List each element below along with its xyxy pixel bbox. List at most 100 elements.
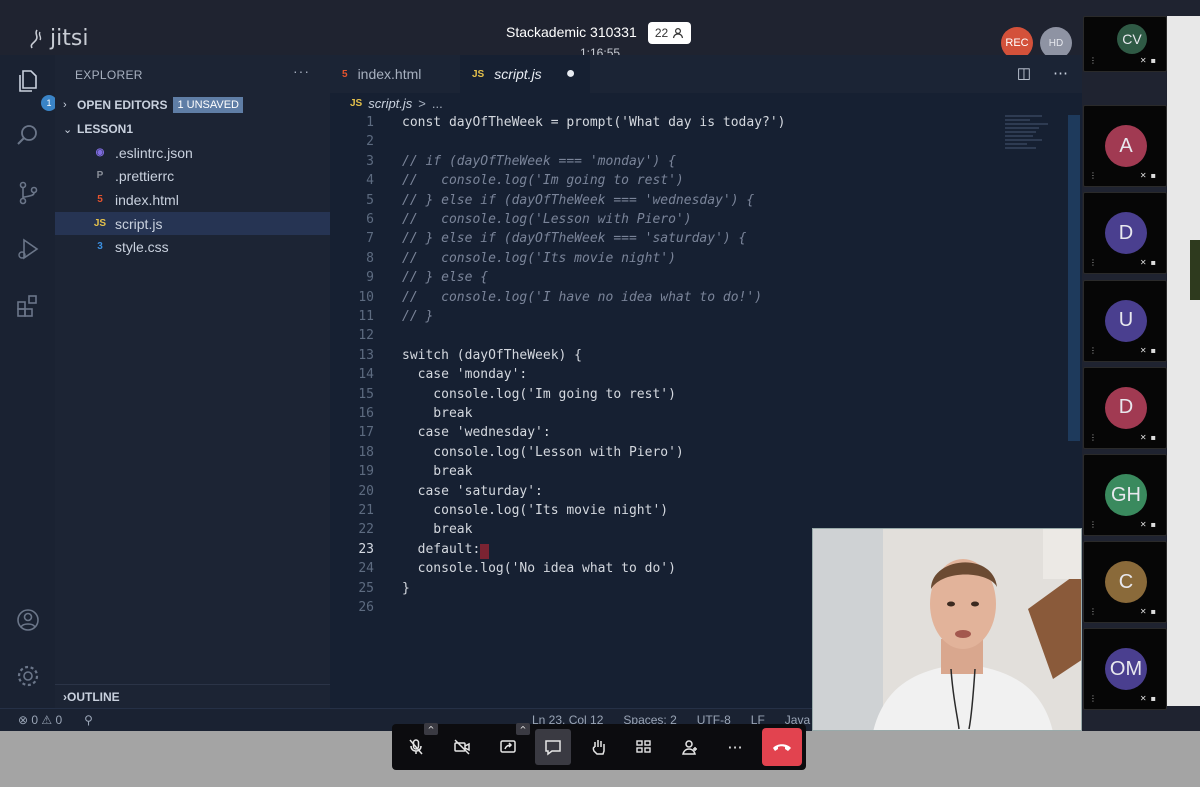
source-control-icon[interactable] — [14, 179, 42, 207]
file-name: script.js — [115, 215, 163, 232]
line-number: 5 — [366, 192, 374, 208]
line-number: 12 — [358, 328, 374, 344]
presenter-video[interactable] — [812, 528, 1082, 731]
participant-menu-icon[interactable]: ⋮ — [1089, 433, 1097, 442]
code-text: const dayOfTheWeek = prompt('What day is… — [402, 115, 786, 130]
search-icon[interactable] — [14, 121, 42, 149]
code-text: default: — [402, 541, 481, 557]
jitsi-meeting: jitsi Stackademic 310331 1:16:55 22 REC … — [0, 0, 1200, 787]
open-editors-section[interactable]: › OPEN EDITORS 1 UNSAVED — [55, 94, 330, 116]
code-text: console.log('Im going to rest') — [402, 386, 676, 402]
code-line[interactable]: 13 switch (dayOfTheWeek) { — [330, 348, 1070, 367]
hangup-button[interactable] — [762, 728, 802, 766]
chat-button[interactable] — [535, 729, 571, 765]
settings-gear-icon[interactable] — [14, 662, 42, 690]
more-button[interactable]: ··· — [717, 729, 753, 765]
code-text: break — [402, 522, 473, 538]
file-style-css[interactable]: 3 style.css — [55, 235, 330, 258]
code-line[interactable]: 10 // console.log('I have no idea what to… — [330, 290, 1070, 309]
code-line[interactable]: 12 — [330, 328, 1070, 347]
code-line[interactable]: 2 — [330, 134, 1070, 153]
code-text: switch (dayOfTheWeek) { — [402, 347, 583, 363]
code-line[interactable]: 20 case 'saturday': — [330, 484, 1070, 503]
file-name: .eslintrc.json — [115, 144, 193, 161]
code-line[interactable]: 4 // console.log('Im going to rest') — [330, 173, 1070, 192]
tab-script-js[interactable]: JS script.js ● — [460, 55, 590, 93]
folder-lesson1[interactable]: ⌄ LESSON1 — [55, 118, 330, 140]
code-line[interactable]: 14 case 'monday': — [330, 367, 1070, 386]
live-share-icon[interactable]: ⚲ — [84, 713, 93, 727]
screen-share-button[interactable] — [490, 729, 526, 765]
participant-status-icons: ✕ ▪ — [1140, 433, 1156, 442]
code-line[interactable]: 15 console.log('Im going to rest') — [330, 387, 1070, 406]
participant-tile[interactable]: U ⋮ ✕ ▪ — [1083, 279, 1167, 362]
invite-button[interactable] — [672, 729, 708, 765]
file-script-js[interactable]: JS script.js — [55, 212, 330, 235]
tile-view-button[interactable] — [626, 729, 662, 765]
breadcrumb-rest[interactable]: ... — [432, 96, 443, 111]
line-number: 16 — [358, 406, 374, 421]
participant-menu-icon[interactable]: ⋮ — [1089, 56, 1097, 65]
breadcrumb-file[interactable]: script.js — [368, 96, 412, 111]
file-eslintrc[interactable]: ◉ .eslintrc.json — [55, 141, 330, 164]
participant-tile[interactable]: OM ⋮ ✕ ▪ — [1083, 628, 1167, 711]
code-line[interactable]: 19 break — [330, 464, 1070, 483]
line-number: 23 — [358, 541, 374, 557]
explorer-icon[interactable]: 1 — [14, 67, 57, 111]
code-line[interactable]: 11 // } — [330, 309, 1070, 328]
more-actions-icon[interactable]: ⋯ — [1053, 64, 1068, 82]
tab-index-html[interactable]: 5 index.html — [330, 55, 460, 93]
minimap[interactable] — [1005, 115, 1067, 153]
file-prettierrc[interactable]: P .prettierrc — [55, 164, 330, 187]
explorer-more-button[interactable]: ··· — [293, 63, 310, 79]
code-line[interactable]: 3 // if (dayOfTheWeek === 'monday') { — [330, 154, 1070, 173]
participant-tile[interactable]: D ⋮ ✕ ▪ — [1083, 366, 1167, 449]
chevron-up-icon[interactable]: ^ — [424, 723, 438, 735]
mute-button[interactable]: ^ — [398, 723, 438, 765]
participant-tile[interactable]: A ⋮ ✕ ▪ — [1083, 105, 1167, 188]
line-number: 24 — [358, 561, 374, 577]
run-debug-icon[interactable] — [14, 235, 42, 263]
participant-avatar: D — [1105, 386, 1147, 429]
code-line[interactable]: 17 case 'wednesday': — [330, 425, 1070, 444]
code-line[interactable]: 1 const dayOfTheWeek = prompt('What day i… — [330, 115, 1070, 134]
html-icon: 5 — [97, 194, 103, 205]
code-line[interactable]: 5 // } else if (dayOfTheWeek === 'wednesd… — [330, 193, 1070, 212]
participant-tile[interactable]: GH ⋮ ✕ ▪ — [1083, 454, 1167, 536]
participant-count-button[interactable]: 22 — [648, 22, 691, 44]
code-line[interactable]: 6 // console.log('Lesson with Piero') — [330, 212, 1070, 231]
code-line[interactable]: 7 // } else if (dayOfTheWeek === 'saturda… — [330, 231, 1070, 250]
code-line[interactable]: 16 break — [330, 406, 1070, 425]
code-text: // console.log('Its movie night') — [402, 250, 676, 266]
participant-menu-icon[interactable]: ⋮ — [1089, 258, 1097, 267]
split-editor-icon[interactable]: ◫ — [1017, 64, 1031, 82]
code-text: console.log('Lesson with Piero') — [402, 444, 684, 460]
raise-hand-button[interactable] — [581, 729, 617, 765]
unsaved-dot-icon[interactable]: ● — [566, 65, 576, 83]
mic-muted-icon: ✕ — [1139, 345, 1147, 355]
participant-tile[interactable]: D ⋮ ✕ ▪ — [1083, 192, 1167, 275]
participant-menu-icon[interactable]: ⋮ — [1089, 171, 1097, 180]
outline-section[interactable]: › OUTLINE — [55, 684, 330, 708]
code-line[interactable]: 21 console.log('Its movie night') — [330, 503, 1070, 522]
participant-menu-icon[interactable]: ⋮ — [1089, 520, 1097, 529]
problems-status[interactable]: ⊗ 0 ⚠ 0 — [18, 713, 62, 727]
camera-button[interactable]: ^ — [444, 723, 530, 765]
code-line[interactable]: 18 console.log('Lesson with Piero') — [330, 445, 1070, 464]
mic-muted-icon: ✕ — [1139, 432, 1147, 442]
line-number: 8 — [366, 250, 374, 266]
code-line[interactable]: 9 // } else { — [330, 270, 1070, 289]
extensions-icon[interactable] — [14, 291, 42, 319]
participant-tile[interactable]: C ⋮ ✕ ▪ — [1083, 541, 1167, 624]
participant-menu-icon[interactable]: ⋮ — [1089, 607, 1097, 616]
participant-menu-icon[interactable]: ⋮ — [1089, 346, 1097, 355]
file-name: .prettierrc — [115, 167, 175, 184]
jitsi-logo[interactable]: jitsi — [28, 26, 88, 51]
line-number: 9 — [366, 270, 374, 286]
participant-tile[interactable]: CV ⋮ ✕ ▪ — [1083, 16, 1167, 72]
account-icon[interactable] — [14, 606, 42, 634]
code-line[interactable]: 8 // console.log('Its movie night') — [330, 251, 1070, 270]
editor-scrollbar[interactable] — [1068, 115, 1080, 441]
file-index-html[interactable]: 5 index.html — [55, 188, 330, 211]
participant-menu-icon[interactable]: ⋮ — [1089, 694, 1097, 703]
